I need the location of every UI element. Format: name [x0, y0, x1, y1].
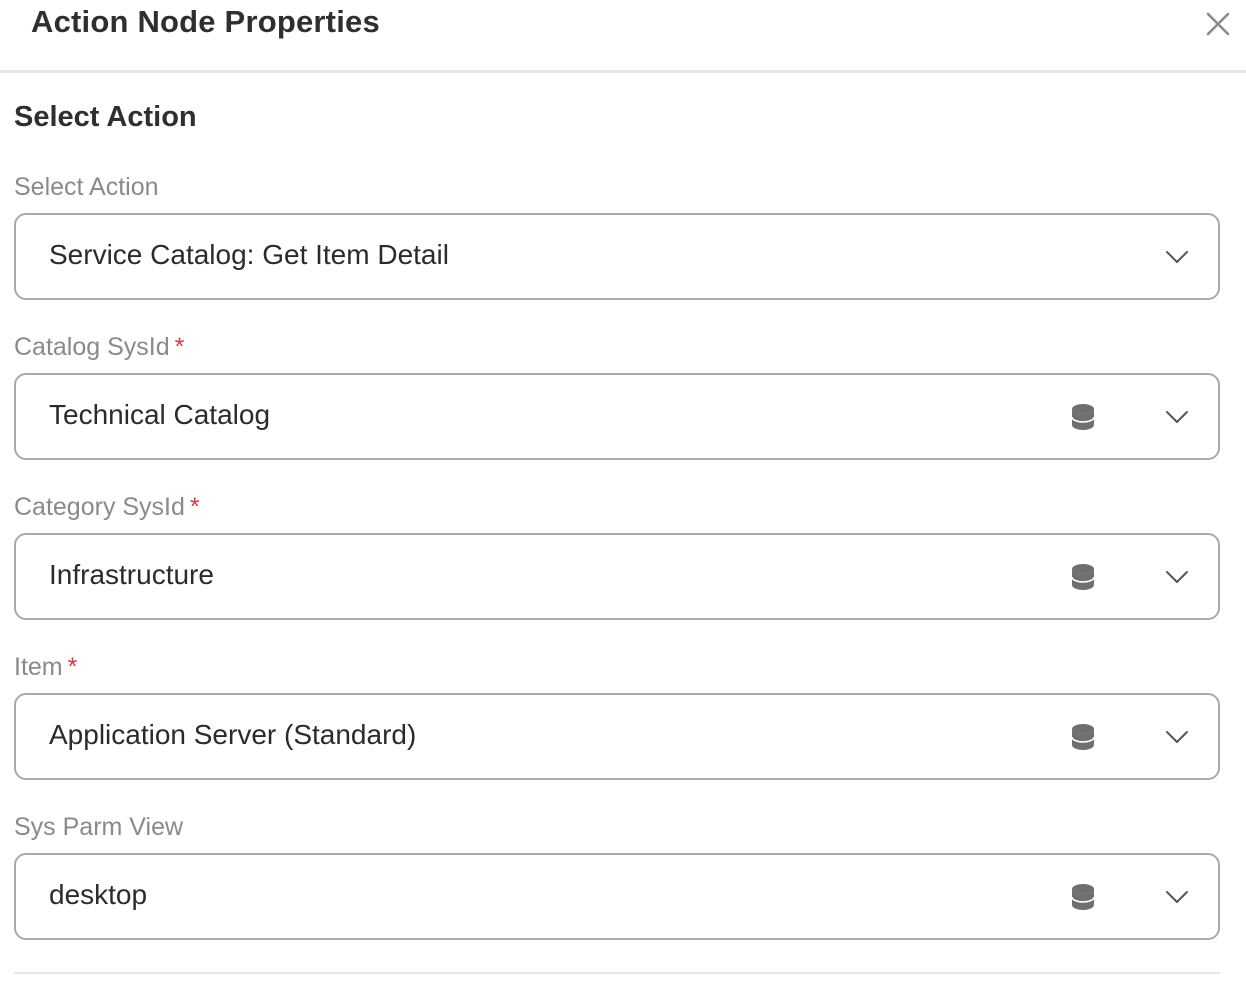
sys-parm-view-label: Sys Parm View [14, 813, 183, 842]
field-label-text: Select Action [14, 173, 159, 201]
field-label-text: Sys Parm View [14, 813, 184, 841]
database-icon[interactable] [1070, 883, 1096, 911]
database-icon[interactable] [1070, 723, 1096, 751]
field-label-text: Item [14, 653, 63, 681]
field-label-text: Category SysId [14, 493, 185, 521]
category-sysid-dropdown[interactable]: Infrastructure [14, 533, 1220, 620]
close-icon [1206, 12, 1230, 36]
category-sysid-value: Infrastructure [49, 559, 214, 590]
chevron-down-icon [1166, 891, 1188, 903]
required-marker: * [189, 493, 200, 521]
catalog-sysid-value: Technical Catalog [49, 399, 271, 430]
item-dropdown[interactable]: Application Server (Standard) [14, 693, 1220, 780]
section-title: Select Action [14, 101, 197, 133]
required-marker: * [67, 653, 78, 681]
chevron-down-icon [1166, 411, 1188, 423]
chevron-down-icon [1166, 251, 1188, 263]
catalog-sysid-label: Catalog SysId * [14, 333, 184, 362]
panel-header: Action Node Properties [0, 0, 1246, 73]
item-value: Application Server (Standard) [49, 719, 417, 750]
chevron-down-icon [1166, 731, 1188, 743]
database-icon[interactable] [1070, 403, 1096, 431]
database-icon[interactable] [1070, 563, 1096, 591]
chevron-down-icon [1166, 571, 1188, 583]
required-marker: * [174, 333, 185, 361]
select-action-value: Service Catalog: Get Item Detail [49, 239, 449, 270]
catalog-sysid-dropdown[interactable]: Technical Catalog [14, 373, 1220, 460]
bottom-divider [14, 972, 1220, 974]
close-button[interactable] [1200, 6, 1236, 42]
category-sysid-label: Category SysId * [14, 493, 200, 522]
sys-parm-view-value: desktop [49, 879, 148, 910]
item-label: Item * [14, 653, 77, 682]
select-action-dropdown[interactable]: Service Catalog: Get Item Detail [14, 213, 1220, 300]
field-label-text: Catalog SysId [14, 333, 170, 361]
sys-parm-view-dropdown[interactable]: desktop [14, 853, 1220, 940]
panel-title: Action Node Properties [31, 4, 380, 39]
select-action-label: Select Action [14, 173, 159, 202]
